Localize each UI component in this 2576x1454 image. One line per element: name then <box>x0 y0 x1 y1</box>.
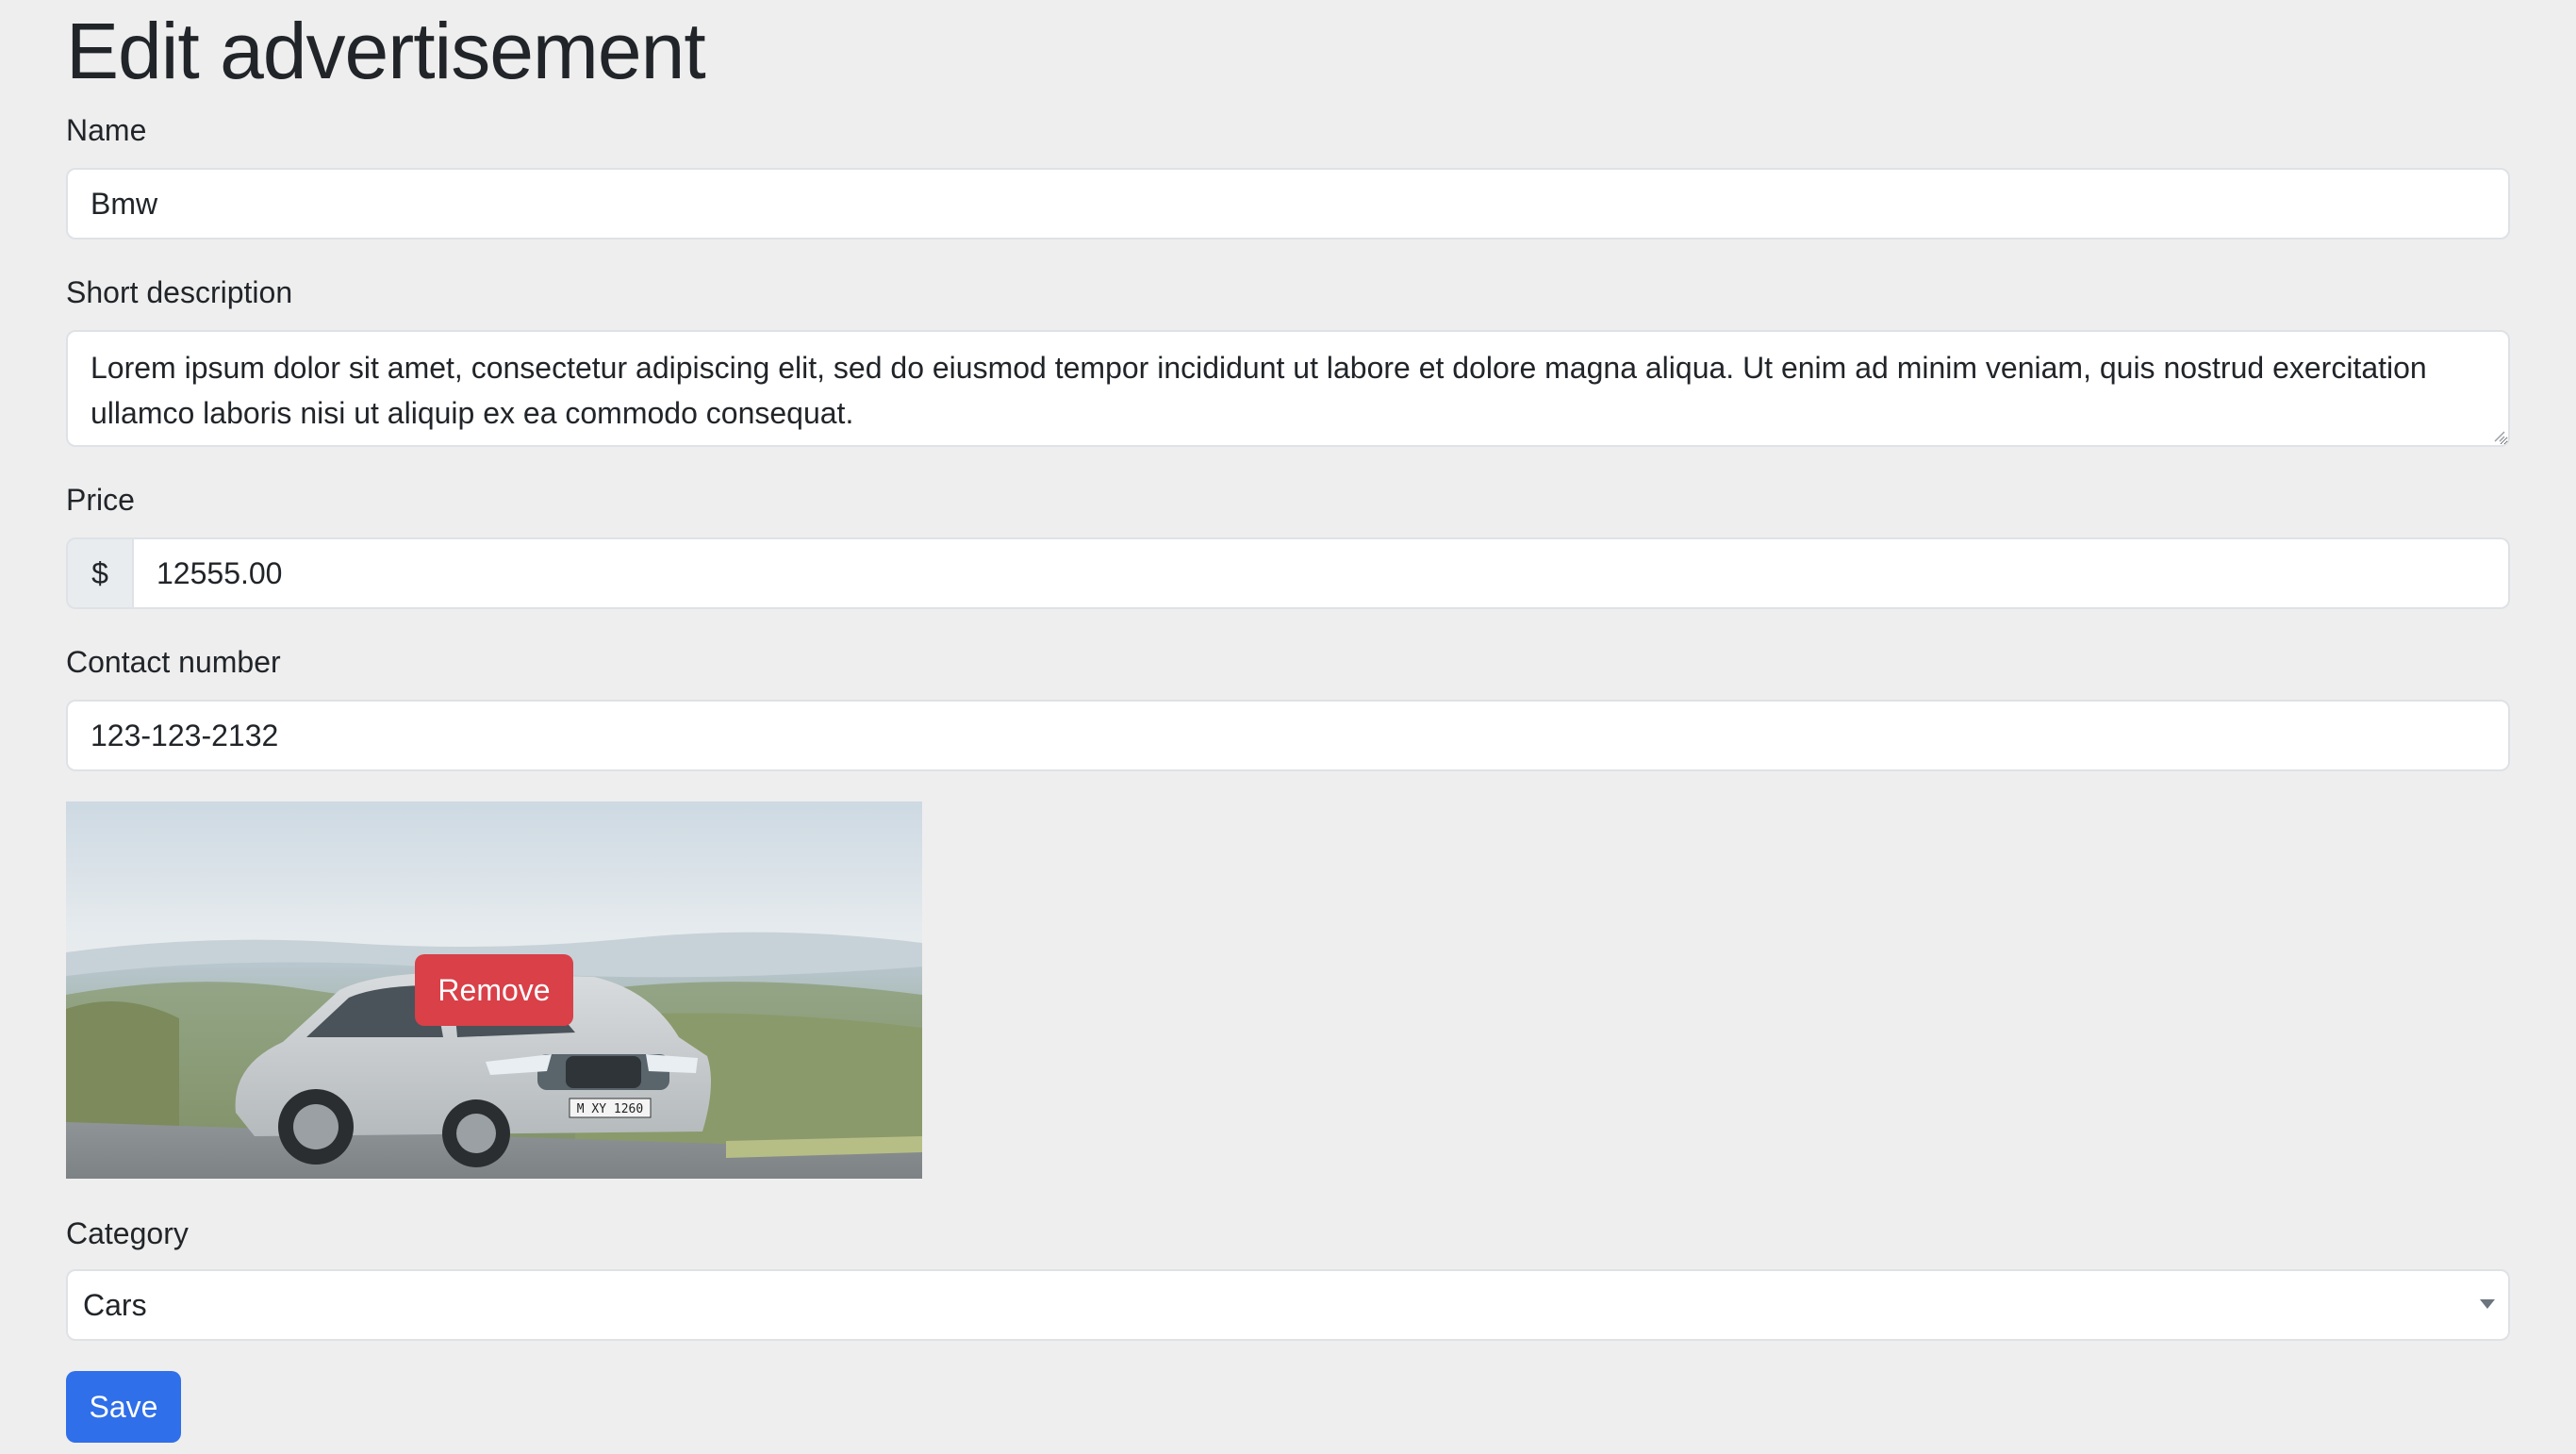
category-selected-value: Cars <box>83 1287 147 1322</box>
contact-number-label: Contact number <box>66 645 281 679</box>
short-description-label: Short description <box>66 275 293 309</box>
price-input-group: $ <box>66 537 2510 609</box>
short-description-text: Lorem ipsum dolor sit amet, consectetur … <box>91 351 2427 430</box>
name-label: Name <box>66 113 147 147</box>
contact-number-input[interactable] <box>66 700 2510 771</box>
category-label: Category <box>66 1216 189 1250</box>
currency-symbol: $ <box>66 537 132 609</box>
category-select[interactable]: Cars <box>66 1269 2510 1341</box>
save-button[interactable]: Save <box>66 1371 181 1443</box>
page-title: Edit advertisement <box>66 7 706 95</box>
license-plate-text: M XY 1260 <box>577 1102 643 1116</box>
price-input[interactable] <box>132 537 2510 609</box>
short-description-textarea[interactable]: Lorem ipsum dolor sit amet, consectetur … <box>66 330 2510 447</box>
advertisement-image: M XY 1260 Remove <box>66 801 922 1179</box>
chevron-down-icon <box>2480 1299 2495 1309</box>
remove-image-button[interactable]: Remove <box>415 954 573 1026</box>
price-label: Price <box>66 483 135 517</box>
resize-grip-icon[interactable] <box>2491 428 2506 443</box>
name-input[interactable] <box>66 168 2510 240</box>
